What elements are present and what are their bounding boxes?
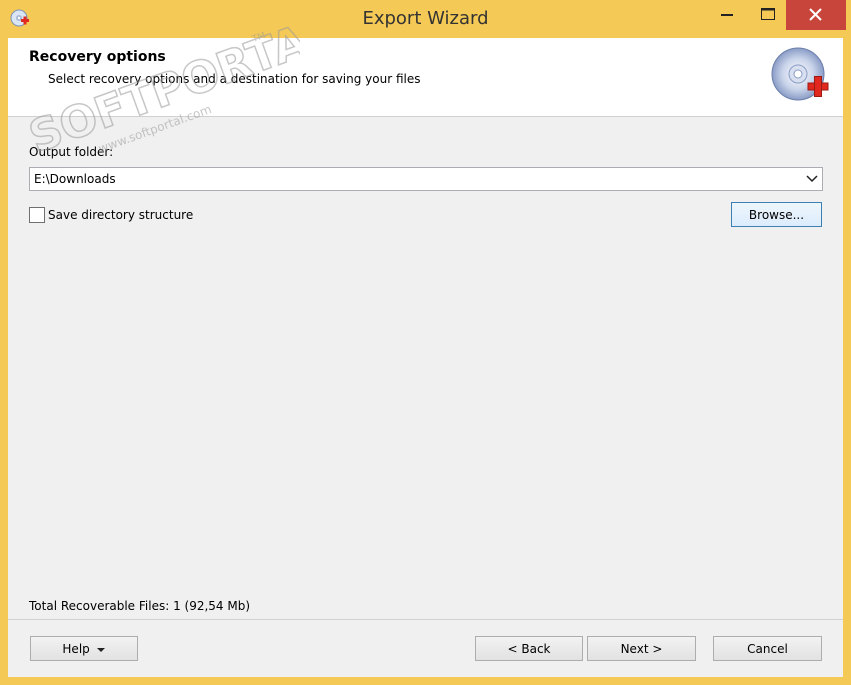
close-icon bbox=[809, 8, 822, 21]
wizard-header: Recovery options Select recovery options… bbox=[8, 38, 843, 117]
cd-plus-icon bbox=[771, 47, 829, 101]
chevron-down-icon[interactable] bbox=[805, 171, 819, 185]
save-directory-structure-label: Save directory structure bbox=[48, 208, 194, 222]
close-button[interactable] bbox=[786, 0, 846, 30]
output-folder-value: E:\Downloads bbox=[34, 172, 116, 186]
minimize-icon bbox=[721, 14, 733, 16]
footer-divider bbox=[8, 619, 843, 620]
output-folder-combobox[interactable]: E:\Downloads bbox=[29, 167, 823, 191]
export-wizard-window: Export Wizard Recovery options Select re… bbox=[0, 0, 851, 685]
help-button[interactable]: Help bbox=[30, 636, 138, 661]
caret-down-icon bbox=[96, 647, 105, 652]
back-button[interactable]: < Back bbox=[475, 636, 583, 661]
wizard-body: Recovery options Select recovery options… bbox=[8, 38, 843, 677]
save-directory-structure-checkbox[interactable] bbox=[29, 207, 45, 223]
maximize-button[interactable] bbox=[752, 0, 784, 30]
help-button-label: Help bbox=[62, 642, 90, 656]
output-folder-label: Output folder: bbox=[29, 145, 114, 159]
page-subtitle: Select recovery options and a destinatio… bbox=[48, 72, 421, 86]
total-recoverable-files: Total Recoverable Files: 1 (92,54 Mb) bbox=[29, 599, 251, 613]
browse-button[interactable]: Browse... bbox=[731, 202, 822, 227]
next-button[interactable]: Next > bbox=[587, 636, 696, 661]
cancel-button[interactable]: Cancel bbox=[713, 636, 822, 661]
maximize-icon bbox=[761, 8, 775, 20]
minimize-button[interactable] bbox=[711, 0, 743, 30]
page-title: Recovery options bbox=[29, 49, 166, 65]
title-bar: Export Wizard bbox=[0, 0, 851, 38]
